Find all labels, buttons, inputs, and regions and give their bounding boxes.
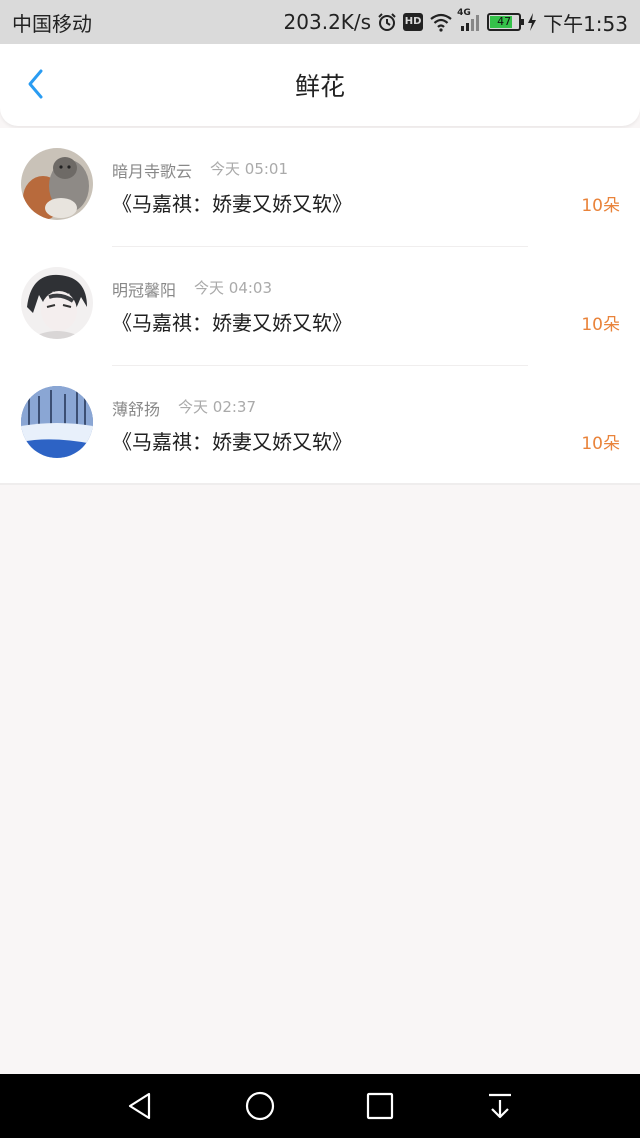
flower-list: 暗月寺歌云 今天 05:01 《马嘉祺：娇妻又娇又软》 10朵 明冠馨阳 今天 … — [0, 128, 640, 485]
pull-down-icon — [489, 1093, 511, 1119]
timestamp: 今天 04:03 — [194, 279, 273, 297]
book-title: 《马嘉祺：娇妻又娇又软》 — [112, 311, 352, 335]
list-item[interactable]: 明冠馨阳 今天 04:03 《马嘉祺：娇妻又娇又软》 10朵 — [0, 247, 640, 366]
screen: 中国移动 203.2K/s HD 4G 47 下午1:53 鲜花 暗月寺歌云 今… — [0, 0, 640, 1138]
network-type: 4G — [457, 8, 471, 18]
system-nav-bar — [0, 1074, 640, 1138]
book-title: 《马嘉祺：娇妻又娇又软》 — [112, 192, 352, 216]
carrier-name: 中国移动 — [12, 11, 92, 36]
username: 暗月寺歌云 — [112, 162, 193, 181]
wifi-icon — [429, 12, 453, 32]
username: 薄舒扬 — [112, 400, 161, 419]
back-button[interactable] — [14, 62, 58, 106]
circle-home-icon — [245, 1091, 275, 1121]
flower-count: 10朵 — [581, 315, 620, 335]
item-meta: 明冠馨阳 今天 04:03 — [112, 277, 272, 301]
flower-count: 10朵 — [581, 434, 620, 454]
page-title: 鲜花 — [294, 72, 345, 101]
list-item[interactable]: 暗月寺歌云 今天 05:01 《马嘉祺：娇妻又娇又软》 10朵 — [0, 128, 640, 247]
square-recents-icon — [366, 1092, 394, 1120]
chevron-left-icon — [28, 69, 43, 99]
nav-notifications-button[interactable] — [478, 1084, 522, 1128]
battery-level: 47 — [497, 15, 512, 28]
item-meta: 暗月寺歌云 今天 05:01 — [112, 158, 288, 182]
book-title: 《马嘉祺：娇妻又娇又软》 — [112, 430, 352, 454]
clock-time: 下午1:53 — [543, 11, 628, 36]
nav-home-button[interactable] — [238, 1084, 282, 1128]
timestamp: 今天 05:01 — [210, 160, 289, 178]
avatar[interactable] — [21, 267, 93, 339]
status-bar: 中国移动 203.2K/s HD 4G 47 下午1:53 — [0, 0, 640, 44]
avatar[interactable] — [21, 386, 93, 458]
timestamp: 今天 02:37 — [178, 398, 257, 416]
signal-icon: 4G — [457, 8, 481, 32]
charging-bolt-icon — [527, 13, 537, 31]
network-speed: 203.2K/s — [283, 10, 372, 34]
list-item[interactable]: 薄舒扬 今天 02:37 《马嘉祺：娇妻又娇又软》 10朵 — [0, 366, 640, 485]
item-meta: 薄舒扬 今天 02:37 — [112, 396, 256, 420]
username: 明冠馨阳 — [112, 281, 177, 300]
avatar[interactable] — [21, 148, 93, 220]
alarm-clock-icon — [377, 12, 397, 32]
nav-recents-button[interactable] — [358, 1084, 402, 1128]
battery-indicator: 47 — [487, 13, 525, 31]
status-right: 203.2K/s HD 4G 47 下午1:53 — [284, 8, 628, 37]
flower-count: 10朵 — [581, 196, 620, 216]
app-header: 鲜花 — [0, 44, 640, 126]
nav-back-button[interactable] — [118, 1084, 162, 1128]
hd-badge: HD — [403, 13, 424, 31]
triangle-back-icon — [128, 1092, 151, 1120]
